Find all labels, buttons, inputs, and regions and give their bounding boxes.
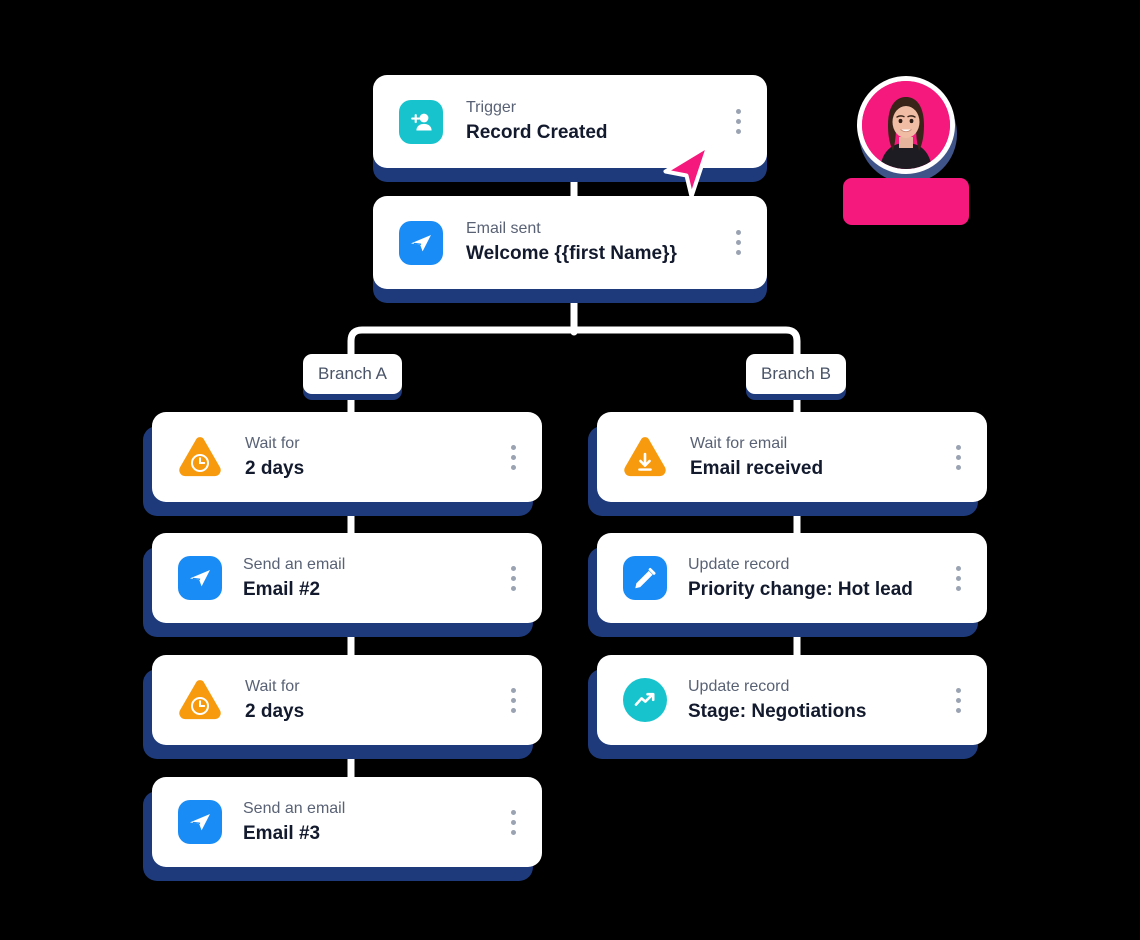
kebab-menu-icon[interactable] (945, 434, 971, 480)
node-title: Email #2 (243, 578, 321, 600)
node-card-branch-a-1[interactable]: Wait for 2 days (152, 412, 542, 502)
kebab-menu-icon[interactable] (500, 434, 526, 480)
node-title: Welcome {{first Name}} (466, 243, 677, 264)
workflow-canvas: Trigger Record Created Email sent Welcom… (0, 0, 1140, 940)
node-title: 2 days (245, 700, 305, 722)
clock-warning-icon (176, 677, 224, 723)
kebab-menu-icon[interactable] (500, 555, 526, 601)
branch-label-b[interactable]: Branch B (746, 354, 846, 394)
add-person-icon (399, 99, 443, 144)
node-card-email-sent[interactable]: Email sent Welcome {{first Name}} (373, 196, 767, 289)
node-kicker: Send an email (243, 799, 346, 817)
node-kicker: Wait for (245, 434, 300, 452)
node-kicker: Wait for (245, 677, 300, 695)
node-kicker: Trigger (466, 99, 517, 116)
mouse-cursor-icon (663, 143, 711, 199)
send-email-icon (178, 556, 222, 600)
send-email-icon (178, 800, 222, 844)
node-card-branch-a-3[interactable]: Wait for 2 days (152, 655, 542, 745)
node-title: Email received (690, 457, 824, 479)
kebab-menu-icon[interactable] (500, 799, 526, 845)
node-card-branch-a-4[interactable]: Send an email Email #3 (152, 777, 542, 867)
node-kicker: Send an email (243, 555, 346, 573)
node-title: Email #3 (243, 822, 321, 844)
collaborator-name-tag (843, 178, 969, 225)
user-avatar-photo (857, 76, 955, 174)
kebab-menu-icon[interactable] (725, 99, 751, 145)
clock-warning-icon (176, 434, 224, 480)
node-kicker: Update record (688, 677, 790, 695)
node-card-branch-a-2[interactable]: Send an email Email #2 (152, 533, 542, 623)
download-warning-icon (621, 434, 669, 480)
node-card-branch-b-1[interactable]: Wait for email Email received (597, 412, 987, 502)
branch-label-a[interactable]: Branch A (303, 354, 402, 394)
kebab-menu-icon[interactable] (945, 677, 971, 723)
node-title: Stage: Negotiations (688, 700, 867, 722)
trending-up-icon (623, 678, 667, 722)
node-kicker: Wait for email (690, 434, 788, 452)
node-kicker: Email sent (466, 220, 541, 237)
collaborator-avatar[interactable] (857, 76, 957, 183)
pencil-edit-icon (623, 556, 667, 600)
kebab-menu-icon[interactable] (500, 677, 526, 723)
node-card-branch-b-3[interactable]: Update record Stage: Negotiations (597, 655, 987, 745)
node-card-branch-b-2[interactable]: Update record Priority change: Hot lead (597, 533, 987, 623)
kebab-menu-icon[interactable] (945, 555, 971, 601)
node-title: Priority change: Hot lead (688, 578, 913, 600)
send-email-icon (399, 220, 443, 265)
node-kicker: Update record (688, 555, 790, 573)
kebab-menu-icon[interactable] (725, 220, 751, 266)
node-title: 2 days (245, 457, 305, 479)
